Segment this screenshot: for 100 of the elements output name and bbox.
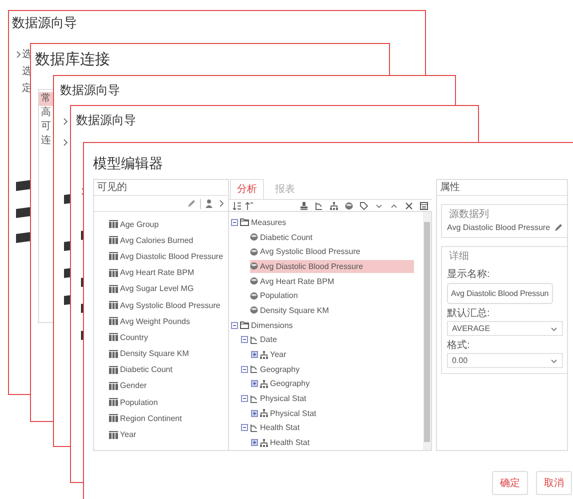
level-tree-icon (260, 409, 268, 418)
field-item[interactable]: Avg Systolic Blood Pressure (109, 296, 228, 314)
chevron-down-icon (375, 202, 383, 210)
field-label: 格式: (447, 338, 471, 352)
hierarchy-icon (250, 394, 258, 403)
folder-icon (240, 321, 249, 330)
column-icon (109, 366, 118, 374)
tree-item[interactable]: Geography (250, 362, 414, 376)
tree-item[interactable]: Avg Heart Rate BPM (250, 274, 414, 288)
field-item[interactable]: Avg Sugar Level MG (109, 280, 228, 297)
column-icon (109, 220, 118, 228)
field-item[interactable]: Diabetic Count (109, 362, 228, 378)
panel-icon (420, 202, 428, 210)
tree-item[interactable]: Health Stat (250, 421, 414, 434)
dark-mark (16, 206, 31, 218)
tree-item[interactable]: Date (250, 333, 414, 346)
group-legend: 源数据列 (447, 207, 491, 221)
chevron-down-icon (550, 356, 558, 364)
column-icon (109, 284, 118, 293)
chevron-up-icon (390, 202, 398, 210)
sort-up-icon (245, 202, 253, 210)
panel-header: 属性 (437, 180, 567, 196)
chevron-down-icon (550, 324, 558, 332)
window-title: 数据源向导 (12, 15, 77, 31)
chevron-right-icon (15, 50, 21, 58)
field-item[interactable]: Region Continent (109, 410, 228, 426)
collapse-icon[interactable] (231, 218, 238, 226)
expand-icon[interactable] (251, 439, 258, 446)
expand-icon[interactable] (251, 380, 258, 388)
source-column-value: Avg Diastolic Blood Pressure (447, 223, 550, 232)
close-icon (405, 202, 413, 210)
chevron-right-icon (62, 138, 68, 146)
tree-item[interactable]: Avg Systolic Blood Pressure (250, 245, 414, 258)
collapse-icon[interactable] (241, 366, 248, 373)
column-icon (109, 333, 118, 342)
field-item[interactable]: Avg Heart Rate BPM (109, 264, 228, 281)
dropdown[interactable]: 0.00 (447, 353, 563, 368)
hierarchy-icon (250, 424, 258, 432)
stamp-icon (300, 202, 308, 210)
column-icon (109, 350, 118, 358)
tree-item[interactable]: Health Stat (260, 436, 414, 450)
tree-item[interactable]: Avg Diastolic Blood Pressure (250, 260, 414, 273)
chevron-right-icon (62, 116, 68, 126)
field-item[interactable]: Age Group (109, 216, 228, 232)
field-item[interactable]: Gender (109, 378, 228, 394)
tree-item[interactable]: Diabetic Count (250, 230, 414, 244)
level-tree-icon (260, 380, 268, 388)
tab[interactable]: 分析 (230, 179, 264, 199)
collapse-icon[interactable] (241, 424, 248, 432)
window-title: 数据源向导 (76, 113, 136, 128)
measure-icon (250, 262, 258, 270)
group-legend: 详细 (447, 249, 471, 263)
measure-icon (250, 248, 258, 256)
field-item[interactable]: Population (109, 394, 228, 410)
hierarchy-icon (250, 365, 258, 374)
pencil-icon (187, 199, 196, 208)
dropdown[interactable]: AVERAGE (447, 321, 563, 336)
field-label: 显示名称: (447, 268, 491, 281)
dialog-button[interactable]: 取消 (536, 471, 572, 495)
hierarchy-icon (250, 336, 258, 344)
input-field[interactable]: Avg Diastolic Blood Pressun (447, 283, 553, 304)
pencil-icon (554, 223, 563, 232)
tree-item[interactable]: Dimensions (240, 318, 414, 332)
field-label: 默认汇总: (447, 306, 491, 320)
column-icon (109, 301, 118, 310)
field-item[interactable]: Avg Diastolic Blood Pressure (109, 248, 228, 265)
column-icon (109, 252, 118, 260)
collapse-icon[interactable] (241, 395, 248, 402)
field-item[interactable]: Avg Calories Burned (109, 232, 228, 248)
column-icon (109, 382, 118, 390)
window-title: 模型编辑器 (93, 155, 163, 172)
tree-item[interactable]: Population (250, 289, 414, 302)
collapse-icon[interactable] (241, 336, 248, 344)
tree-item[interactable]: Year (260, 348, 414, 362)
dialog-button[interactable]: 确定 (492, 471, 528, 495)
field-item[interactable]: Density Square KM (109, 346, 228, 362)
window-title: 数据源向导 (60, 83, 120, 98)
dark-mark (16, 180, 31, 192)
field-item[interactable]: Avg Weight Pounds (109, 313, 228, 330)
scrollbar-thumb[interactable] (424, 222, 430, 442)
tree-item[interactable]: Geography (260, 377, 414, 390)
panel-header: 可见的 (94, 180, 228, 196)
scrollbar[interactable] (423, 212, 431, 450)
column-icon (109, 236, 118, 244)
tree-item[interactable]: Density Square KM (250, 304, 414, 317)
column-icon (109, 317, 118, 326)
expand-icon[interactable] (251, 410, 258, 417)
measure-icon (250, 233, 258, 242)
column-icon (109, 430, 118, 439)
tag-icon (360, 202, 368, 210)
expand-icon[interactable] (251, 351, 258, 358)
collapse-icon[interactable] (231, 322, 238, 329)
tree-item[interactable]: Measures (240, 216, 414, 229)
dark-mark (16, 232, 31, 244)
measure-icon (250, 306, 258, 314)
tree-item[interactable]: Physical Stat (260, 406, 414, 420)
tree-item[interactable]: Physical Stat (250, 392, 414, 406)
field-item[interactable]: Year (109, 426, 228, 443)
hierarchy-icon (315, 202, 323, 210)
field-item[interactable]: Country (109, 329, 228, 346)
